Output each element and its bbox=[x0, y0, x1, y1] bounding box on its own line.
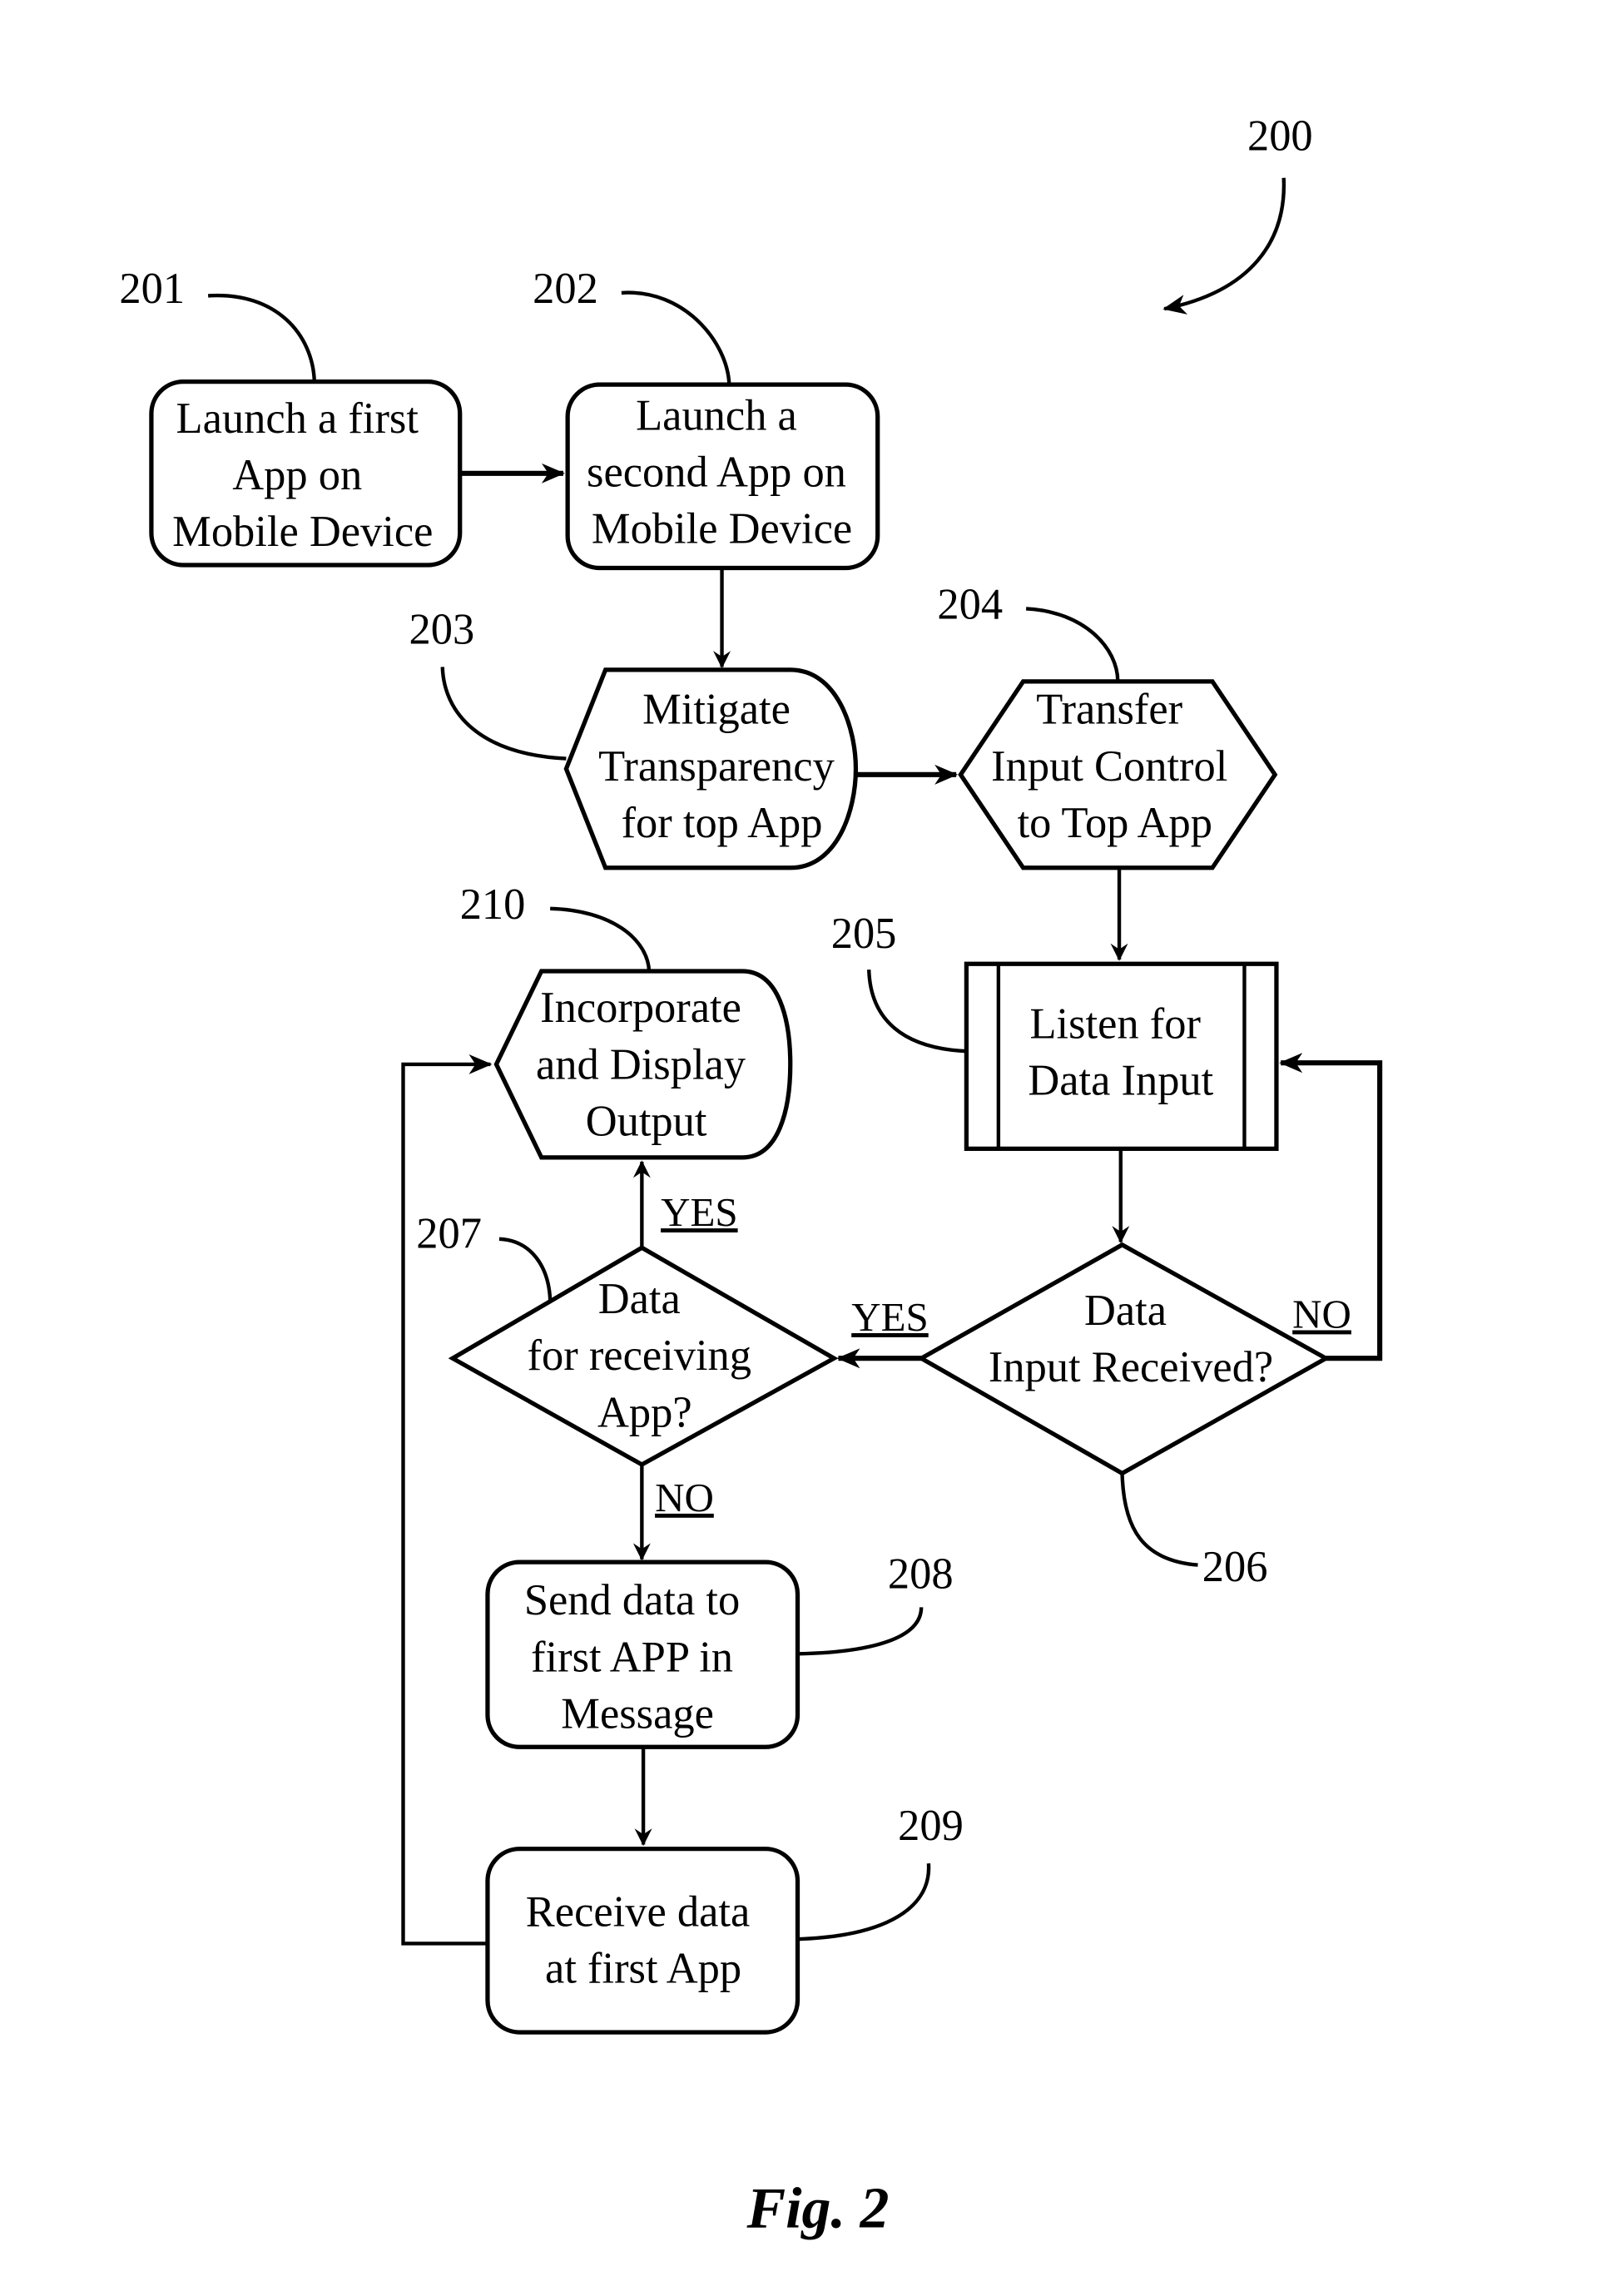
ref-label-209: 209 bbox=[898, 1802, 964, 1850]
ref-label-205: 205 bbox=[831, 910, 897, 958]
edge-label-206-no: NO bbox=[1292, 1292, 1351, 1337]
ref-label-210: 210 bbox=[460, 880, 526, 929]
leader-line-204 bbox=[1025, 607, 1120, 682]
leader-line-208 bbox=[797, 1607, 924, 1656]
edge-label-207-yes: YES bbox=[661, 1189, 738, 1235]
process-box-receive-data-at-first-app bbox=[485, 1847, 800, 2035]
leader-line-210 bbox=[550, 906, 652, 972]
leader-line-209 bbox=[797, 1863, 931, 1941]
arrow-209-loop-to-210 bbox=[401, 1054, 493, 1946]
ref-label-207: 207 bbox=[416, 1209, 482, 1257]
flowchart-figure: 200 201 Launch a first App on Mobile Dev… bbox=[119, 112, 1383, 2240]
figure-reference-arrow bbox=[1162, 177, 1286, 315]
edge-label-206-yes: YES bbox=[851, 1294, 929, 1340]
figure-caption: Fig. 2 bbox=[746, 2176, 889, 2240]
ref-label-204: 204 bbox=[937, 581, 1003, 629]
ref-label-206: 206 bbox=[1202, 1543, 1268, 1591]
leader-line-207 bbox=[498, 1237, 553, 1301]
ref-label-208: 208 bbox=[888, 1550, 954, 1599]
leader-line-203 bbox=[440, 667, 567, 761]
edge-label-207-no: NO bbox=[655, 1475, 714, 1520]
ref-label-201: 201 bbox=[119, 265, 185, 313]
leader-line-206 bbox=[1120, 1473, 1198, 1567]
leader-line-202 bbox=[621, 290, 731, 385]
figure-reference-number: 200 bbox=[1247, 112, 1313, 160]
leader-line-205 bbox=[867, 969, 967, 1054]
ref-label-203: 203 bbox=[409, 605, 474, 653]
leader-line-201 bbox=[207, 293, 316, 382]
ref-label-202: 202 bbox=[533, 265, 598, 313]
